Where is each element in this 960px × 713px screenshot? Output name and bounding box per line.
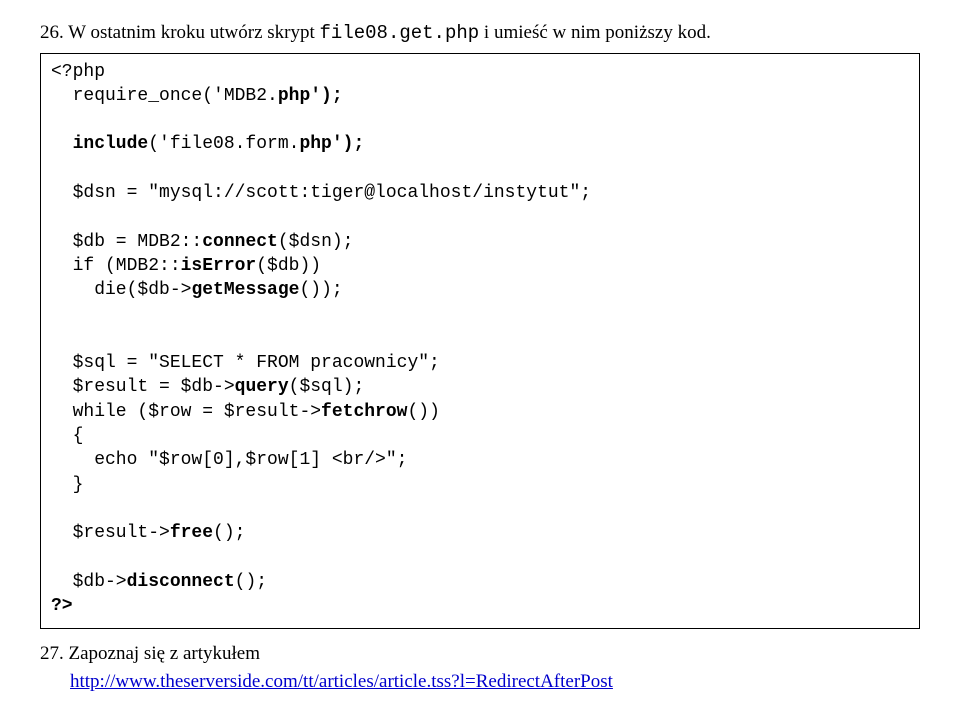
code-line: ?> bbox=[51, 596, 73, 616]
step-26-prefix: 26. W ostatnim kroku utwórz skrypt bbox=[40, 22, 320, 43]
code-line: $result = $db-> bbox=[51, 377, 235, 397]
code-line: $dsn = "mysql://scott:tiger@localhost/in… bbox=[51, 183, 591, 203]
code-line: ($sql); bbox=[289, 377, 365, 397]
code-line: connect bbox=[202, 232, 278, 252]
code-line: query bbox=[235, 377, 289, 397]
code-line: require_once('MDB2. bbox=[51, 86, 278, 106]
step-27-text: 27. Zapoznaj się z artykułem bbox=[40, 643, 260, 664]
code-line: die($db-> bbox=[51, 280, 191, 300]
code-line: $sql = "SELECT * FROM pracownicy"; bbox=[51, 353, 440, 373]
code-line: $db = MDB2:: bbox=[51, 232, 202, 252]
code-line: $db-> bbox=[51, 572, 127, 592]
step-26-filename: file08.get.php bbox=[320, 22, 480, 44]
code-line: <?php bbox=[51, 62, 105, 82]
code-line: fetchrow bbox=[321, 402, 407, 422]
code-line: ($dsn); bbox=[278, 232, 354, 252]
code-line: ($db)) bbox=[256, 256, 321, 276]
code-line: $result-> bbox=[51, 523, 170, 543]
code-line: ()); bbox=[299, 280, 342, 300]
code-line: ()) bbox=[407, 402, 439, 422]
step-26-suffix: i umieść w nim poniższy kod. bbox=[479, 22, 711, 43]
code-line: if (MDB2:: bbox=[51, 256, 181, 276]
step-27-link[interactable]: http://www.theserverside.com/tt/articles… bbox=[70, 671, 920, 693]
code-block: <?php require_once('MDB2.php'); include(… bbox=[40, 53, 920, 630]
code-line: (); bbox=[213, 523, 245, 543]
code-line: getMessage bbox=[191, 280, 299, 300]
code-line: disconnect bbox=[127, 572, 235, 592]
code-line: ('file08.form. bbox=[148, 134, 299, 154]
code-line: { bbox=[51, 426, 83, 446]
step-26-instruction: 26. W ostatnim kroku utwórz skrypt file0… bbox=[40, 20, 920, 47]
code-line: while ($row = $result-> bbox=[51, 402, 321, 422]
code-line: echo "$row[0],$row[1] <br/>"; bbox=[51, 450, 407, 470]
step-27-link-text: http://www.theserverside.com/tt/articles… bbox=[70, 671, 613, 692]
code-line: php'); bbox=[278, 86, 343, 106]
code-line: } bbox=[51, 475, 83, 495]
code-line: php'); bbox=[299, 134, 364, 154]
code-line: include bbox=[51, 134, 148, 154]
step-27-instruction: 27. Zapoznaj się z artykułem bbox=[40, 643, 920, 665]
code-line bbox=[51, 110, 73, 130]
code-line: (); bbox=[235, 572, 267, 592]
code-line: isError bbox=[181, 256, 257, 276]
code-line: free bbox=[170, 523, 213, 543]
